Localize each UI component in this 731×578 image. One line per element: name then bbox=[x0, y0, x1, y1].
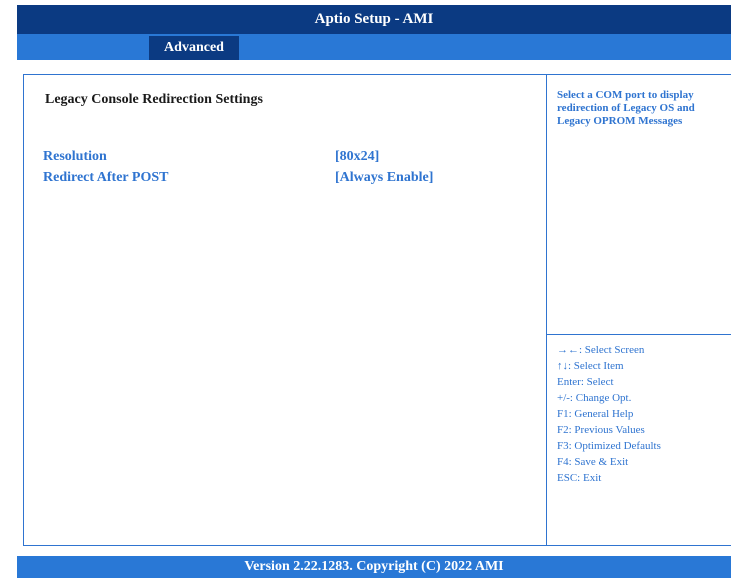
key-hint-previous-values: F2: Previous Values bbox=[557, 424, 645, 436]
key-hint-general-help: F1: General Help bbox=[557, 408, 634, 420]
key-legend: →←: Select Screen ↑↓: Select Item Enter:… bbox=[557, 342, 727, 486]
setting-redirection-com-port[interactable]: Redirection COM Port [COM0] bbox=[43, 129, 523, 146]
setting-value[interactable]: [COM0] bbox=[335, 129, 386, 145]
setting-redirect-after-post[interactable]: Redirect After POST [Always Enable] bbox=[43, 170, 523, 187]
setting-label: Resolution bbox=[43, 149, 107, 164]
help-divider-vertical bbox=[546, 75, 547, 545]
bios-setup-screen: Aptio Setup - AMI Advanced Legacy Consol… bbox=[0, 0, 731, 578]
setting-resolution[interactable]: Resolution [80x24] bbox=[43, 149, 523, 166]
app-title: Aptio Setup - AMI bbox=[314, 11, 434, 27]
key-hint-select-screen: →←: Select Screen bbox=[557, 344, 645, 356]
version-text: Version 2.22.1283. Copyright (C) 2022 AM… bbox=[244, 559, 504, 574]
main-panel: Legacy Console Redirection Settings Redi… bbox=[23, 74, 731, 546]
key-hint-select-item: ↑↓: Select Item bbox=[557, 360, 624, 372]
key-hint-change-opt: +/-: Change Opt. bbox=[557, 392, 632, 404]
key-hint-enter: Enter: Select bbox=[557, 376, 614, 388]
setting-label: Redirection COM Port bbox=[43, 129, 181, 144]
setting-value[interactable]: [Always Enable] bbox=[335, 170, 433, 186]
help-divider-horizontal bbox=[546, 334, 731, 335]
section-title: Legacy Console Redirection Settings bbox=[45, 92, 263, 107]
title-bar: Aptio Setup - AMI bbox=[17, 5, 731, 34]
tab-advanced[interactable]: Advanced bbox=[149, 36, 239, 60]
help-description: Select a COM port to display redirection… bbox=[557, 89, 695, 127]
setting-label: Redirect After POST bbox=[43, 170, 169, 185]
setting-value[interactable]: [80x24] bbox=[335, 149, 379, 165]
key-hint-optimized-defaults: F3: Optimized Defaults bbox=[557, 440, 661, 452]
key-hint-save-exit: F4: Save & Exit bbox=[557, 456, 629, 468]
tab-strip: Advanced bbox=[17, 34, 731, 60]
key-hint-exit: ESC: Exit bbox=[557, 472, 602, 484]
footer-bar: Version 2.22.1283. Copyright (C) 2022 AM… bbox=[17, 556, 731, 578]
